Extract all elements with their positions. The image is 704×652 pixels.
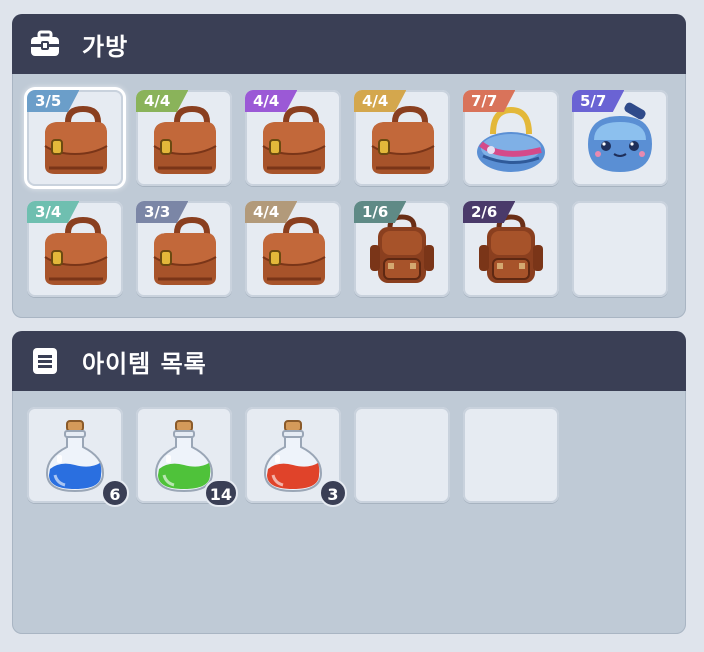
item-count-badge: 6	[101, 479, 129, 507]
bag-panel: 가방 3/5 4/4 4/4 4/4 7/7 5/7 3/4 3/3 4/4 1…	[12, 14, 686, 318]
item-slot-empty[interactable]	[354, 407, 450, 503]
bag-panel-header: 가방	[12, 14, 686, 74]
item-slot-empty[interactable]	[463, 407, 559, 503]
item-slot[interactable]: 6	[27, 407, 129, 507]
list-icon	[30, 346, 60, 376]
item-panel-title: 아이템 목록	[82, 349, 207, 378]
item-panel: 아이템 목록 6 14 3	[12, 331, 686, 634]
bag-slot[interactable]: 4/4	[245, 90, 341, 186]
bag-slot[interactable]: 3/3	[136, 201, 232, 297]
bag-slot[interactable]: 5/7	[572, 90, 668, 186]
item-panel-header: 아이템 목록	[12, 331, 686, 391]
bag-slot[interactable]: 4/4	[245, 201, 341, 297]
bag-slot[interactable]: 7/7	[463, 90, 559, 186]
bag-slot[interactable]: 4/4	[136, 90, 232, 186]
bag-slot[interactable]: 4/4	[354, 90, 450, 186]
item-slot[interactable]: 14	[136, 407, 238, 507]
item-count-badge: 14	[203, 479, 238, 507]
bag-slot[interactable]: 3/5	[27, 90, 123, 186]
bag-slot[interactable]: 3/4	[27, 201, 123, 297]
item-slot[interactable]: 3	[245, 407, 347, 507]
bag-slot[interactable]: 2/6	[463, 201, 559, 297]
bag-slot-empty[interactable]	[572, 201, 668, 297]
item-count-badge: 3	[319, 479, 347, 507]
toolbox-icon	[30, 29, 60, 59]
bag-slot[interactable]: 1/6	[354, 201, 450, 297]
bag-panel-title: 가방	[82, 32, 129, 61]
